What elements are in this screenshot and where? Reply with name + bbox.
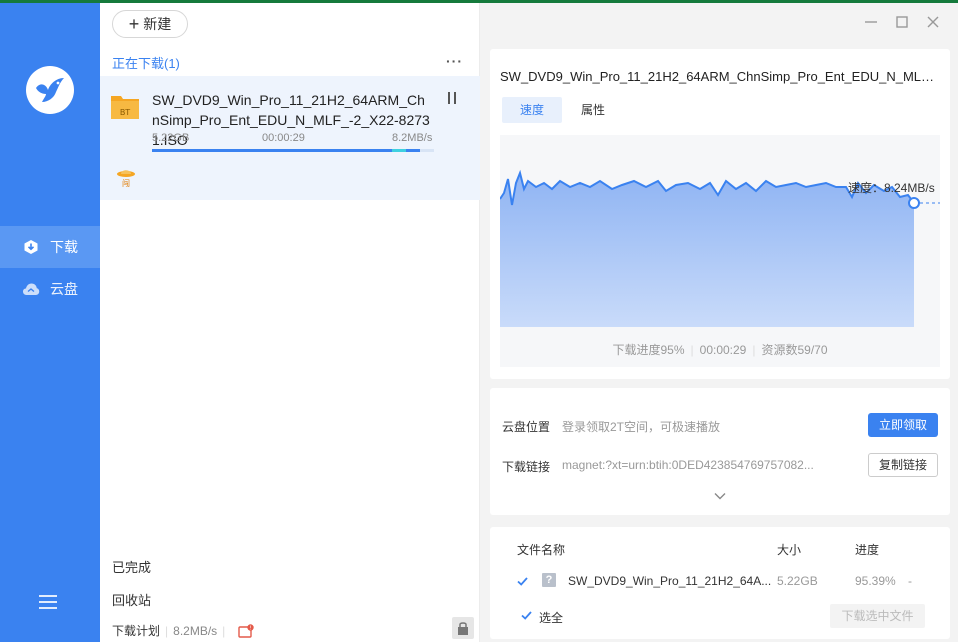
unknown-file-icon: ? xyxy=(542,573,556,587)
col-size[interactable]: 大小 xyxy=(777,541,801,558)
sidebar-item-label: 下载 xyxy=(50,239,78,255)
bird-logo-icon xyxy=(36,78,64,102)
plus-icon: + xyxy=(128,14,140,34)
divider: | xyxy=(222,623,226,638)
col-file-name[interactable]: 文件名称 xyxy=(517,541,565,558)
svg-text:!: ! xyxy=(250,625,252,631)
maximize-icon[interactable] xyxy=(895,15,909,29)
select-all-label[interactable]: 选全 xyxy=(539,609,563,626)
info-card: 云盘位置 登录领取2T空间，可极速播放 立即领取 下载链接 magnet:?xt… xyxy=(490,388,950,515)
file-row-name: SW_DVD9_Win_Pro_11_21H2_64A... xyxy=(568,574,772,588)
svg-text:BT: BT xyxy=(120,108,130,117)
source-count-text: 资源数59/70 xyxy=(761,343,828,357)
new-task-button[interactable]: + 新建 xyxy=(112,10,188,38)
speed-card: SW_DVD9_Win_Pro_11_21H2_64ARM_ChnSimp_Pr… xyxy=(490,49,950,379)
download-progress-text: 下载进度95% xyxy=(612,343,685,357)
app-logo xyxy=(26,66,74,114)
more-options-icon[interactable]: ··· xyxy=(446,53,463,69)
task-time-remaining: 00:00:29 xyxy=(262,132,305,144)
chevron-down-icon[interactable] xyxy=(714,488,726,500)
sidebar-item-download[interactable]: 下载 xyxy=(0,226,100,268)
file-list-card: 文件名称 大小 进度 ? SW_DVD9_Win_Pro_11_21H2_64A… xyxy=(490,527,950,639)
elapsed-time-text: 00:00:29 xyxy=(699,343,747,357)
bt-folder-icon: BT xyxy=(110,91,140,121)
download-task-item[interactable]: BT SW_DVD9_Win_Pro_11_21H2_64ARM_ChnSimp… xyxy=(100,76,480,200)
claim-now-button[interactable]: 立即领取 xyxy=(868,413,938,437)
speed-chart: 速度：8.24MB/s 下载进度95% | 00:00:29 | 资源数59/70 xyxy=(500,135,940,367)
lock-icon[interactable] xyxy=(452,617,474,639)
file-row-extra: - xyxy=(908,574,912,588)
download-link-value[interactable]: magnet:?xt=urn:btih:0DED423854769757082.… xyxy=(562,458,842,472)
file-row-checkbox[interactable] xyxy=(516,575,529,588)
download-list-panel: + 新建 正在下载(1) ··· BT SW_DVD9_Win_Pro_11_2… xyxy=(100,3,480,642)
recycle-bin-link[interactable]: 回收站 xyxy=(112,590,151,609)
completed-link[interactable]: 已完成 xyxy=(112,557,151,576)
detail-file-title: SW_DVD9_Win_Pro_11_21H2_64ARM_ChnSimp_Pr… xyxy=(500,69,940,84)
download-plan-row: 下载计划 | 8.2MB/s | ! xyxy=(112,622,254,639)
cloud-location-value: 登录领取2T空间，可极速播放 xyxy=(562,420,721,434)
sidebar: 下载 云盘 xyxy=(0,3,100,642)
pause-icon[interactable] xyxy=(448,92,460,106)
accelerate-hat-icon[interactable]: 闯 xyxy=(116,166,136,188)
tab-properties[interactable]: 属性 xyxy=(572,97,614,123)
download-selected-button[interactable]: 下载选中文件 xyxy=(830,604,925,628)
hamburger-icon[interactable] xyxy=(39,595,57,609)
divider: | xyxy=(165,623,169,638)
task-size: 5.22GB xyxy=(152,132,190,144)
download-plan-link[interactable]: 下载计划 xyxy=(112,622,160,639)
select-all-checkbox[interactable] xyxy=(520,609,533,622)
speed-chart-svg xyxy=(500,169,940,327)
col-progress[interactable]: 进度 xyxy=(855,541,879,558)
cloud-icon xyxy=(22,280,40,298)
close-icon[interactable] xyxy=(926,15,940,29)
svg-text:闯: 闯 xyxy=(122,178,130,188)
file-row-progress: 95.39% xyxy=(855,574,896,588)
speed-current-point xyxy=(908,197,920,209)
download-icon xyxy=(22,238,40,256)
speed-limit-icon[interactable]: ! xyxy=(238,623,254,638)
sidebar-item-label: 云盘 xyxy=(50,281,78,297)
task-progress-fill xyxy=(152,149,420,152)
tab-speed[interactable]: 速度 xyxy=(502,97,562,123)
total-speed: 8.2MB/s xyxy=(173,623,218,638)
task-progress-bar xyxy=(152,149,434,152)
sidebar-item-cloud[interactable]: 云盘 xyxy=(0,268,100,310)
file-row-size: 5.22GB xyxy=(777,574,818,588)
download-link-label: 下载链接 xyxy=(502,460,551,474)
task-speed: 8.2MB/s xyxy=(392,132,433,144)
minimize-icon[interactable] xyxy=(864,15,878,29)
detail-area: SW_DVD9_Win_Pro_11_21H2_64ARM_ChnSimp_Pr… xyxy=(480,3,958,642)
chart-stats: 下载进度95% | 00:00:29 | 资源数59/70 xyxy=(612,343,828,357)
downloading-section-title[interactable]: 正在下载(1) xyxy=(112,53,180,72)
new-task-label: 新建 xyxy=(143,16,172,32)
cloud-location-label: 云盘位置 xyxy=(502,420,551,434)
window-controls xyxy=(864,15,940,29)
copy-link-button[interactable]: 复制链接 xyxy=(868,453,938,477)
current-speed-label: 速度：8.24MB/s xyxy=(848,181,935,195)
